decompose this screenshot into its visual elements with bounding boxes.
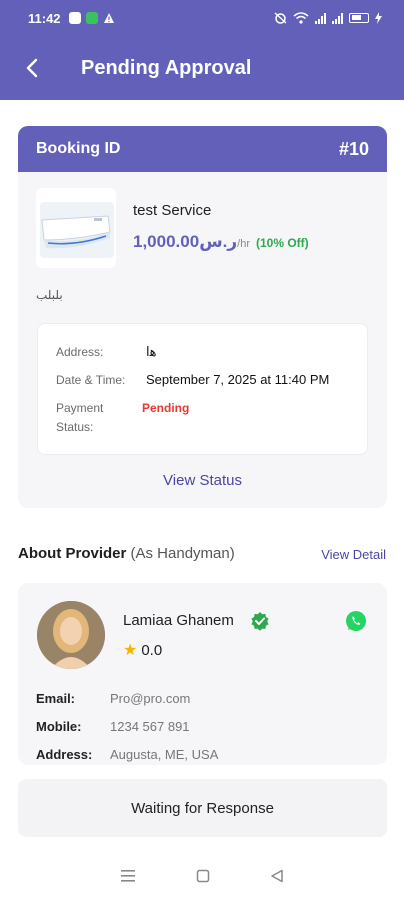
app-bar: Pending Approval bbox=[0, 36, 404, 100]
price-unit: /hr bbox=[237, 238, 250, 250]
view-detail-link[interactable]: View Detail bbox=[321, 547, 386, 562]
payment-status-label-line2: Status: bbox=[56, 420, 94, 434]
charging-icon bbox=[375, 12, 382, 24]
view-status-button[interactable]: View Status bbox=[18, 472, 387, 489]
datetime-value: September 7, 2025 at 11:40 PM bbox=[146, 372, 330, 387]
back-nav-icon[interactable] bbox=[270, 869, 284, 883]
booking-id-value: #10 bbox=[338, 138, 369, 159]
address-label: Address: bbox=[56, 345, 104, 359]
mobile-label: Mobile: bbox=[36, 719, 82, 734]
booking-card-header: Booking ID #10 bbox=[18, 126, 387, 172]
signal-icon-2 bbox=[332, 12, 343, 24]
waiting-for-response-button[interactable]: Waiting for Response bbox=[18, 779, 387, 837]
about-provider-role: (As Handyman) bbox=[130, 545, 235, 562]
provider-card: Lamiaa Ghanem ★ 0.0 Email: Pro@pro.com M… bbox=[18, 583, 387, 765]
provider-rating: ★ 0.0 bbox=[123, 640, 162, 660]
avatar bbox=[37, 601, 105, 669]
payment-status-label-line1: Payment bbox=[56, 401, 104, 415]
status-time: 11:42 bbox=[28, 10, 61, 26]
price-value: 1,000.00ر.س bbox=[133, 232, 238, 251]
about-provider-heading: About Provider (As Handyman) bbox=[18, 545, 235, 562]
discount-label: (10% Off) bbox=[256, 236, 309, 250]
status-bar: 11:42 bbox=[0, 0, 404, 36]
provider-address-label: Address: bbox=[36, 747, 93, 762]
email-value[interactable]: Pro@pro.com bbox=[110, 691, 190, 706]
home-icon[interactable] bbox=[196, 869, 210, 883]
provider-name: Lamiaa Ghanem bbox=[123, 612, 234, 629]
shield-icon bbox=[68, 12, 81, 24]
warning-icon bbox=[103, 13, 114, 23]
booking-description: بلبلب bbox=[36, 288, 63, 302]
booking-details-box: Address: ﻫا Date & Time: September 7, 20… bbox=[37, 323, 368, 455]
back-button[interactable] bbox=[0, 36, 64, 100]
service-name: test Service bbox=[133, 202, 212, 219]
air-conditioner-image bbox=[40, 202, 114, 258]
service-image bbox=[36, 188, 116, 268]
whatsapp-icon[interactable] bbox=[345, 610, 367, 632]
email-label: Email: bbox=[36, 691, 76, 706]
alarm-icon bbox=[274, 12, 287, 24]
star-icon: ★ bbox=[123, 642, 138, 659]
mobile-value[interactable]: 1234 567 891 bbox=[110, 719, 190, 734]
datetime-label: Date & Time: bbox=[56, 373, 126, 387]
service-price: 1,000.00ر.س/hr (10% Off) bbox=[133, 232, 309, 252]
address-value: ﻫا bbox=[146, 344, 157, 359]
signal-icon bbox=[315, 12, 326, 24]
booking-card: Booking ID #10 test Service 1,000.00ر.س/… bbox=[18, 126, 387, 508]
rating-value: 0.0 bbox=[141, 641, 163, 659]
wifi-icon bbox=[293, 12, 309, 24]
provider-address-value: Augusta, ME, USA bbox=[110, 747, 219, 762]
booking-id-label: Booking ID bbox=[36, 140, 121, 157]
app-notification-icon bbox=[85, 12, 98, 24]
payment-status-value: Pending bbox=[142, 401, 190, 415]
system-nav-bar bbox=[0, 852, 404, 900]
verified-badge-icon bbox=[251, 612, 269, 631]
battery-icon bbox=[349, 13, 369, 23]
about-provider-title: About Provider bbox=[18, 545, 127, 562]
menu-icon[interactable] bbox=[120, 869, 136, 883]
chevron-left-icon bbox=[26, 58, 38, 78]
page-title: Pending Approval bbox=[81, 56, 252, 79]
